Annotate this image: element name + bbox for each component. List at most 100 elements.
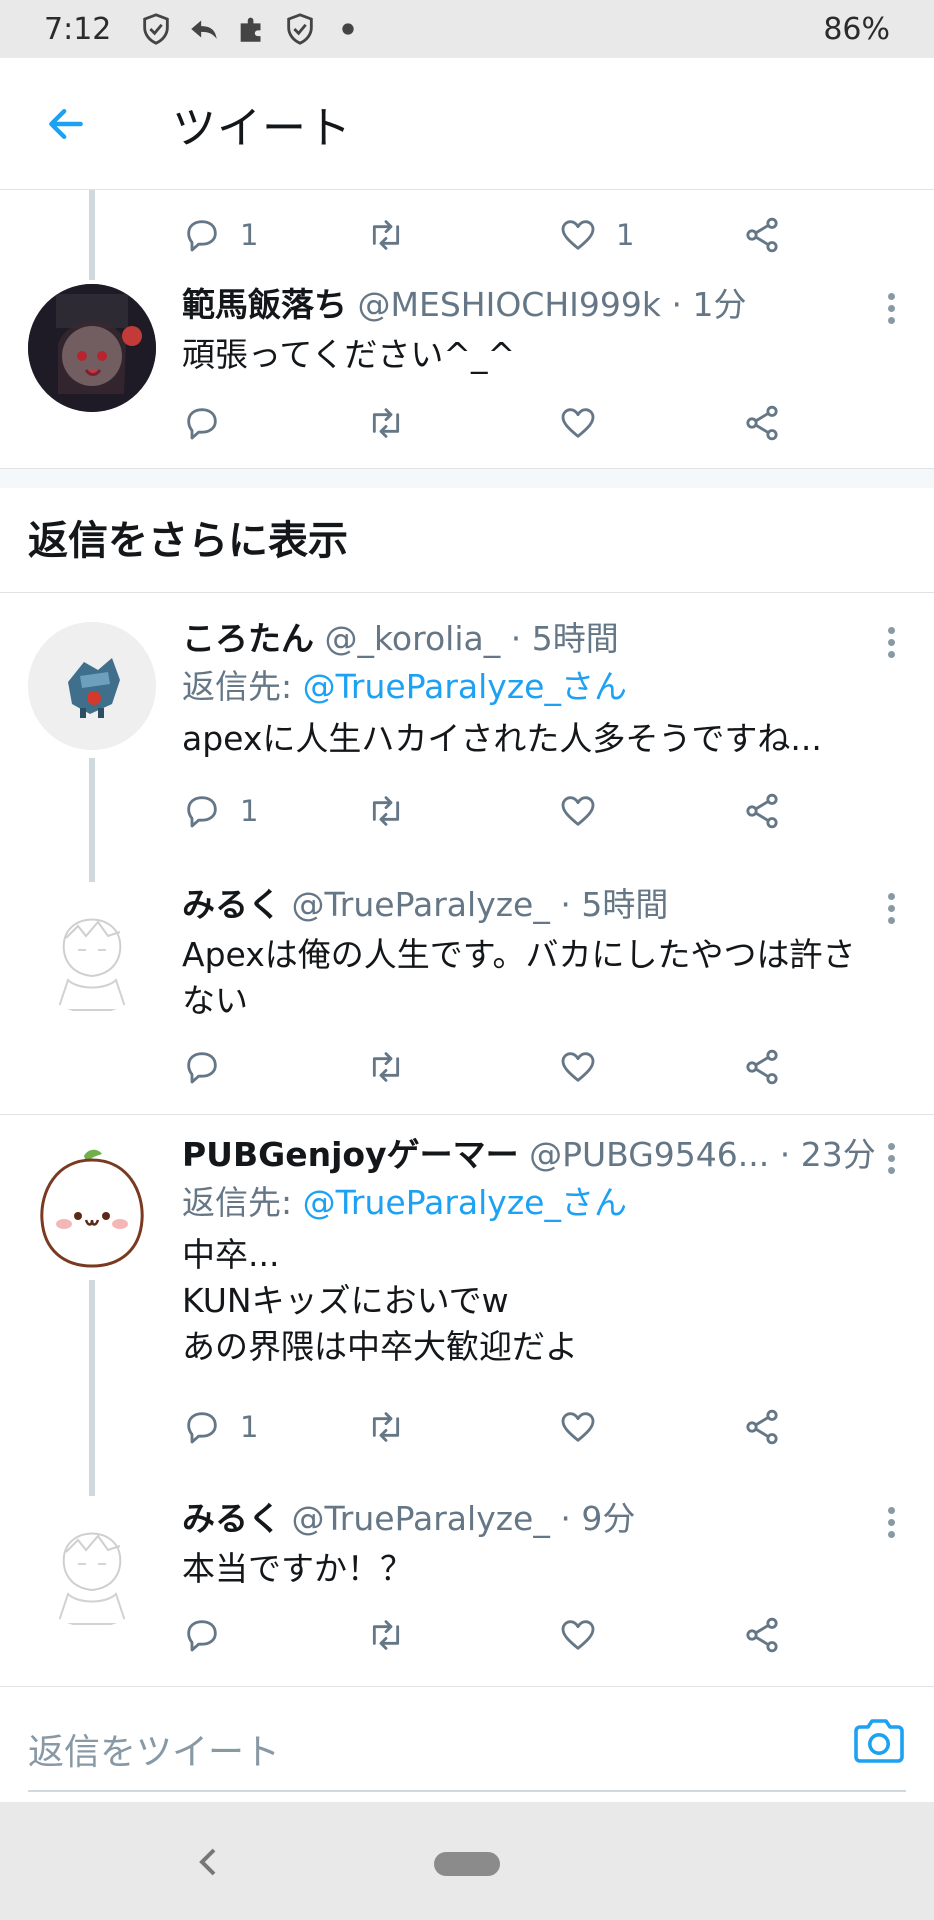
reply-arrow-icon [191, 20, 218, 39]
tweet-actions [182, 1042, 822, 1092]
share-action[interactable] [742, 786, 782, 836]
tweet-meta: ころたん @_korolia_ · 5時間 [182, 616, 894, 662]
tweet-text: Apexは俺の人生です。バカにしたやつは許さ ない [182, 932, 894, 1024]
divider [0, 1114, 934, 1115]
thread-line [89, 1280, 95, 1496]
avatar-image [28, 284, 156, 412]
like-action[interactable] [558, 398, 598, 448]
replying-to-handle[interactable]: @TrueParalyze_さん [303, 1183, 627, 1222]
reply-count: 1 [240, 218, 259, 252]
tweet-text-line: Apexは俺の人生です。バカにしたやつは許さ [182, 935, 856, 974]
more-options-icon[interactable] [886, 1138, 896, 1179]
replying-to-prefix: 返信先: [182, 667, 303, 706]
share-action[interactable] [742, 210, 782, 260]
share-action[interactable] [742, 1402, 782, 1452]
like-count: 1 [616, 218, 635, 252]
tweet-time: · 1分 [671, 285, 747, 324]
heart-icon [561, 220, 595, 250]
heart-icon [561, 1620, 595, 1650]
status-time: 7:12 [44, 11, 112, 47]
battery-percent: 86% [823, 11, 890, 47]
like-action[interactable]: 1 [558, 210, 634, 260]
share-icon [746, 217, 778, 253]
tweet-time: · 5時間 [560, 885, 669, 924]
show-more-replies-button[interactable]: 返信をさらに表示 [28, 508, 348, 566]
tweet[interactable]: みるく @TrueParalyze_ · 5時間 Apexは俺の人生です。バカに… [0, 882, 934, 1114]
tweet-text: 中卒... KUNキッズにおいでw あの界隈は中卒大歓迎だよ [182, 1232, 894, 1370]
reply-action[interactable] [182, 1610, 222, 1660]
avatar-image [28, 886, 156, 1014]
replying-to-prefix: 返信先: [182, 1183, 303, 1222]
divider [0, 592, 934, 593]
retweet-action[interactable] [366, 1610, 406, 1660]
user-name[interactable]: みるく [182, 885, 281, 924]
home-pill[interactable] [434, 1852, 500, 1876]
retweet-action[interactable] [366, 1402, 406, 1452]
avatar[interactable] [28, 886, 156, 1014]
more-options-icon[interactable] [886, 288, 896, 329]
tweet-text-line: KUNキッズにおいでw [182, 1281, 509, 1320]
user-name[interactable]: みるく [182, 1499, 281, 1538]
share-action[interactable] [742, 1610, 782, 1660]
thread-line [89, 758, 95, 882]
partial-tweet[interactable]: 1 1 [0, 190, 934, 280]
camera-button[interactable] [852, 1717, 906, 1765]
nav-back-button[interactable] [196, 1846, 220, 1878]
replying-to: 返信先: @TrueParalyze_さん [182, 662, 894, 712]
user-handle: @PUBG9546... [529, 1135, 770, 1174]
tweet-body: PUBGenjoyゲーマー @PUBG9546... · 23分 返信先: @T… [182, 1132, 894, 1370]
retweet-icon [372, 796, 400, 826]
avatar[interactable] [28, 284, 156, 412]
tweet-body: ころたん @_korolia_ · 5時間 返信先: @TrueParalyze… [182, 616, 894, 762]
reply-action[interactable] [182, 398, 222, 448]
user-name[interactable]: PUBGenjoyゲーマー [182, 1135, 519, 1174]
reply-icon [187, 1412, 217, 1444]
share-action[interactable] [742, 398, 782, 448]
reply-action[interactable]: 1 [182, 210, 258, 260]
reply-input[interactable]: 返信をツイート [28, 1723, 280, 1775]
retweet-icon [372, 220, 400, 250]
avatar[interactable] [28, 1500, 156, 1628]
verified-shield-icon [143, 13, 170, 45]
like-action[interactable] [558, 1610, 598, 1660]
retweet-action[interactable] [366, 210, 406, 260]
tweet[interactable]: 範馬飯落ち @MESHIOCHI999k · 1分 頑張ってください^_^ [0, 280, 934, 470]
tweet[interactable]: ころたん @_korolia_ · 5時間 返信先: @TrueParalyze… [0, 612, 934, 882]
tweet-time: · 5時間 [510, 619, 619, 658]
back-button[interactable] [36, 94, 96, 154]
reply-action[interactable]: 1 [182, 1402, 258, 1452]
reply-action[interactable] [182, 1042, 222, 1092]
tweet-meta: PUBGenjoyゲーマー @PUBG9546... · 23分 [182, 1132, 894, 1178]
reply-icon [187, 1620, 217, 1652]
more-options-icon[interactable] [886, 622, 896, 663]
like-action[interactable] [558, 1402, 598, 1452]
tweet[interactable]: みるく @TrueParalyze_ · 9分 本当ですか！？ [0, 1496, 934, 1686]
retweet-action[interactable] [366, 398, 406, 448]
retweet-action[interactable] [366, 786, 406, 836]
system-nav-bar [0, 1802, 934, 1920]
tweet-actions: 1 [182, 1402, 822, 1452]
share-icon [746, 1049, 778, 1085]
user-name[interactable]: 範馬飯落ち [182, 285, 347, 324]
tweet-text-line: あの界隈は中卒大歓迎だよ [182, 1327, 578, 1366]
replying-to-handle[interactable]: @TrueParalyze_さん [303, 667, 627, 706]
tweet[interactable]: PUBGenjoyゲーマー @PUBG9546... · 23分 返信先: @T… [0, 1132, 934, 1496]
tweet-actions: 1 1 [182, 210, 822, 260]
like-action[interactable] [558, 786, 598, 836]
reply-action[interactable]: 1 [182, 786, 258, 836]
heart-icon [561, 1052, 595, 1082]
avatar[interactable] [28, 622, 156, 750]
page-title: ツイート [172, 102, 352, 154]
tweet-body: 範馬飯落ち @MESHIOCHI999k · 1分 頑張ってください^_^ [182, 282, 894, 378]
user-name[interactable]: ころたん [182, 619, 314, 658]
retweet-action[interactable] [366, 1042, 406, 1092]
tweet-meta: 範馬飯落ち @MESHIOCHI999k · 1分 [182, 282, 894, 328]
more-options-icon[interactable] [886, 888, 896, 929]
shield-check-icon [287, 13, 314, 45]
share-action[interactable] [742, 1042, 782, 1092]
avatar[interactable] [28, 1146, 156, 1274]
retweet-icon [372, 408, 400, 438]
puzzle-icon [241, 17, 261, 42]
like-action[interactable] [558, 1042, 598, 1092]
more-options-icon[interactable] [886, 1502, 896, 1543]
